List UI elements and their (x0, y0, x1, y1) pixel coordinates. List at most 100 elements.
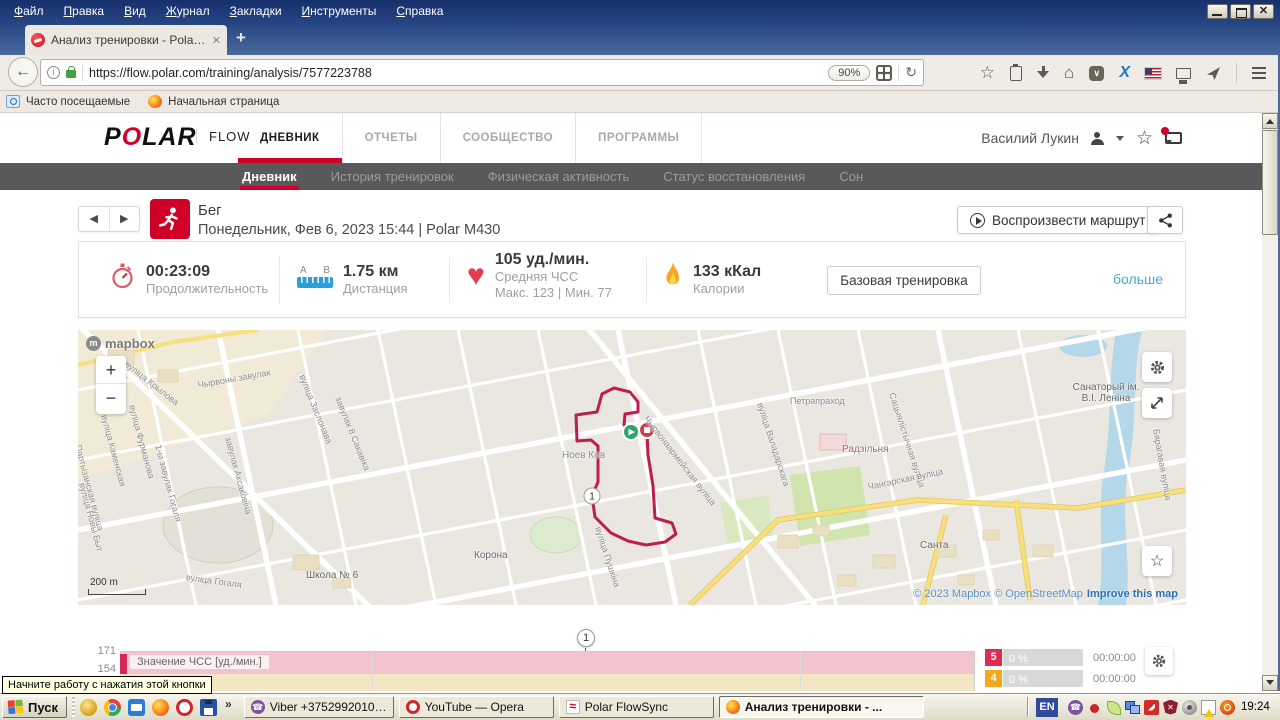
nav-item[interactable]: ПРОГРАММЫ (576, 113, 703, 163)
trend-icon[interactable] (1144, 699, 1159, 715)
route-map[interactable]: 1 вуліца Крылова Чырвоны завулак вуліца Фу… (78, 330, 1186, 605)
quick-launch-overflow[interactable]: » (225, 697, 232, 711)
scroll-down-button[interactable] (1262, 675, 1278, 691)
nav-item[interactable]: СООБЩЕСТВО (441, 113, 577, 163)
reader-tiles-icon[interactable] (876, 64, 893, 81)
nav-item[interactable]: ОТЧЕТЫ (343, 113, 441, 163)
task-icon (725, 700, 740, 714)
language-indicator[interactable]: EN (1036, 697, 1058, 717)
replay-route-button[interactable]: Воспроизвести маршрут (957, 206, 1159, 234)
menu-item[interactable]: Правка (56, 2, 113, 20)
start-button[interactable]: Пуск (2, 696, 67, 718)
subnav-item[interactable]: Сон (837, 163, 865, 190)
hr-chart[interactable]: Значение ЧСС [уд./мин.] (120, 651, 975, 691)
info-icon[interactable]: i (47, 66, 60, 79)
send-tab-icon[interactable] (1206, 66, 1221, 81)
minimize-button[interactable] (1207, 4, 1228, 19)
home-icon[interactable]: ⌂ (1064, 63, 1074, 83)
taskbar-button[interactable]: Анализ тренировки - ... (718, 696, 924, 718)
polar-logo[interactable]: POLAR (104, 123, 197, 152)
back-button[interactable]: ← (8, 57, 38, 87)
chevron-down-icon[interactable] (1115, 135, 1124, 145)
sport-title: Бег (198, 202, 222, 219)
browser-tab[interactable]: Анализ тренировки - Polar F... ✕ (25, 25, 227, 55)
notifications-icon[interactable] (1161, 127, 1182, 144)
taskbar-clock[interactable]: 19:24 (1241, 701, 1275, 713)
zone-number: 4 (985, 670, 1002, 687)
user-icon[interactable] (1090, 131, 1104, 145)
new-tab-button[interactable]: + (236, 28, 246, 48)
subnav-item[interactable]: Статус восстановления (661, 163, 807, 190)
subnav-item[interactable]: Дневник (240, 163, 299, 190)
bookmark-item[interactable]: Начальная страница (148, 95, 279, 108)
tab-close-icon[interactable]: ✕ (212, 34, 221, 47)
menu-hamburger-icon[interactable] (1252, 67, 1266, 69)
firefox-icon[interactable] (152, 698, 169, 716)
favorites-star-icon[interactable]: ☆ (1136, 127, 1153, 150)
url-bar[interactable]: i https://flow.polar.com/training/analys… (40, 59, 924, 86)
floppy-icon[interactable] (200, 698, 217, 716)
disc-icon[interactable] (80, 698, 97, 716)
network-icon[interactable] (1125, 700, 1140, 715)
series-label: Значение ЧСС [уд./мин.] (130, 655, 269, 669)
map-favorite-button[interactable]: ☆ (1142, 546, 1172, 576)
subnav-item[interactable]: Физическая активность (486, 163, 632, 190)
chrome-icon[interactable] (104, 698, 121, 716)
taskbar-button[interactable]: YouTube — Opera (398, 696, 554, 718)
nav-item[interactable]: ДНЕВНИК (238, 113, 343, 163)
shield-icon[interactable] (1163, 699, 1178, 715)
polar-site-header: POLAR FLOW ДНЕВНИК ОТЧЕТЫ СООБЩЕСТВО ПРОГРА… (0, 113, 1262, 163)
taskbar-button[interactable]: Polar FlowSync (558, 696, 714, 718)
page-scrollbar[interactable] (1262, 113, 1278, 691)
bookmark-item[interactable]: Часто посещаемые (6, 95, 130, 108)
menu-item[interactable]: Журнал (158, 2, 218, 20)
map-fullscreen-button[interactable] (1142, 388, 1172, 418)
library-icon[interactable] (1010, 63, 1023, 81)
scroll-up-button[interactable] (1262, 113, 1278, 129)
system-tray: EN 19:24 (1027, 694, 1280, 720)
user-name[interactable]: Василий Лукин (981, 130, 1079, 146)
next-session-icon[interactable]: ▶ (110, 207, 140, 231)
pocket-icon[interactable]: ∨ (1089, 65, 1105, 81)
subnav-item[interactable]: История тренировок (329, 163, 456, 190)
us-flag-icon[interactable] (1144, 66, 1162, 80)
reload-icon[interactable]: ↻ (905, 64, 917, 81)
leaf-icon[interactable] (1106, 700, 1121, 715)
extension-x-icon[interactable]: X (1119, 64, 1130, 82)
webcam-icon[interactable] (1182, 699, 1197, 715)
hr-minmax: Макс. 123 | Мин. 77 (494, 285, 612, 300)
opera-icon[interactable] (176, 698, 193, 716)
taskbar-button[interactable]: Viber +375299201085 (243, 696, 394, 718)
training-benefit-button[interactable]: Базовая тренировка (827, 266, 981, 295)
screenshot-icon[interactable] (1176, 67, 1191, 82)
map-settings-button[interactable] (1142, 352, 1172, 382)
menu-item[interactable]: Файл (6, 2, 52, 20)
share-button[interactable] (1147, 206, 1183, 234)
menu-item[interactable]: Справка (388, 2, 451, 20)
zoom-out-button[interactable]: − (96, 384, 126, 412)
improve-map-link[interactable]: Improve this map (1087, 588, 1178, 600)
zoom-in-button[interactable]: + (96, 356, 126, 384)
viber-icon[interactable] (1068, 699, 1083, 715)
close-button[interactable] (1253, 4, 1274, 19)
page-zoom-badge[interactable]: 90% (828, 64, 871, 81)
scrollbar-thumb[interactable] (1262, 130, 1278, 235)
hr-series-start (120, 654, 127, 674)
bookmark-star-icon[interactable]: ☆ (980, 63, 995, 83)
chart-lap-marker[interactable]: 1 (577, 629, 595, 647)
chart-settings-button[interactable] (1145, 647, 1173, 675)
alert-icon[interactable] (1201, 699, 1216, 717)
mapbox-logo[interactable]: m mapbox (86, 336, 155, 351)
prev-session-icon[interactable]: ◀ (79, 207, 110, 231)
mail-icon[interactable] (128, 698, 145, 716)
menu-item[interactable]: Вид (116, 2, 154, 20)
more-link[interactable]: больше (1113, 271, 1163, 287)
restore-button[interactable] (1230, 4, 1251, 19)
duration-stat: 00:23:09 Продолжительность (109, 262, 268, 297)
downloads-icon[interactable] (1037, 66, 1050, 80)
menu-item[interactable]: Инструменты (294, 2, 385, 20)
menu-item[interactable]: Закладки (222, 2, 290, 20)
reddot-icon[interactable] (1087, 700, 1102, 715)
ball-icon[interactable] (1220, 699, 1235, 715)
url-text[interactable]: https://flow.polar.com/training/analysis… (89, 66, 822, 80)
